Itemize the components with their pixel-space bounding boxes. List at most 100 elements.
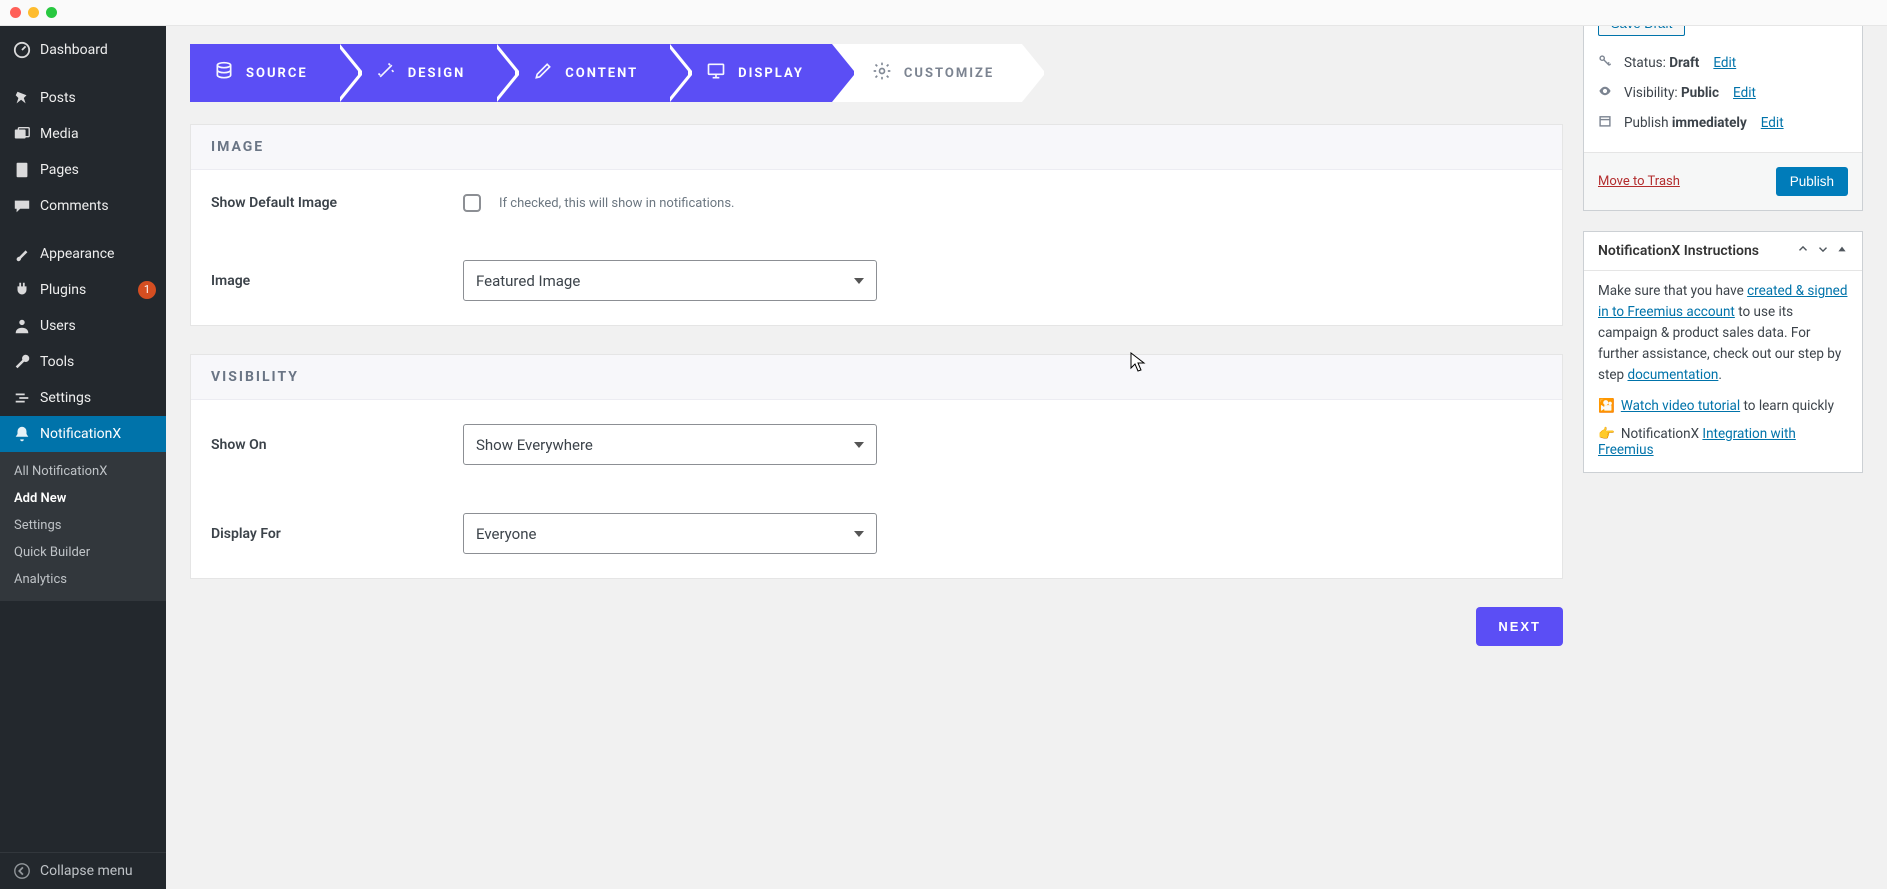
notificationx-submenu: All NotificationX Add New Settings Quick… — [0, 452, 166, 601]
collapse-menu-button[interactable]: Collapse menu — [0, 853, 166, 889]
sidebar-label: Media — [40, 126, 156, 142]
sidebar-label: Collapse menu — [40, 863, 156, 879]
edit-visibility-link[interactable]: Edit — [1733, 85, 1756, 101]
sidebar-label: Dashboard — [40, 42, 156, 58]
step-source[interactable]: SOURCE — [190, 44, 336, 102]
sidebar-label: Tools — [40, 354, 156, 370]
plugins-update-badge: 1 — [138, 281, 156, 299]
save-draft-button[interactable]: Save Draft — [1598, 26, 1685, 36]
point-right-icon: 👉 — [1598, 426, 1615, 442]
step-label: CONTENT — [565, 66, 638, 81]
label-image: Image — [211, 273, 463, 289]
select-display-for[interactable]: Everyone — [463, 513, 877, 554]
sidebar-item-tools[interactable]: Tools — [0, 344, 166, 380]
publish-button[interactable]: Publish — [1776, 167, 1848, 196]
gear-icon — [872, 61, 892, 85]
key-icon — [1598, 54, 1614, 72]
step-label: DESIGN — [408, 66, 466, 81]
sidebar-item-users[interactable]: Users — [0, 308, 166, 344]
metabox-title: NotificationX Instructions — [1598, 243, 1790, 259]
bell-icon — [12, 424, 32, 444]
publish-label: Publish immediately — [1624, 115, 1747, 131]
sidebar-label: Plugins — [40, 282, 132, 298]
status-label: Status: Draft — [1624, 55, 1699, 71]
panel-visibility: VISIBILITY Show On Show Everywhere Displ… — [190, 354, 1563, 579]
user-icon — [12, 316, 32, 336]
submenu-item-analytics[interactable]: Analytics — [0, 566, 166, 593]
visibility-label: Visibility: Public — [1624, 85, 1719, 101]
submenu-item-settings[interactable]: Settings — [0, 512, 166, 539]
select-value: Show Everywhere — [476, 436, 593, 454]
sidebar-label: Posts — [40, 90, 156, 106]
panel-image: IMAGE Show Default Image If checked, thi… — [190, 124, 1563, 326]
label-show-on: Show On — [211, 437, 463, 453]
eye-icon — [1598, 84, 1614, 102]
watch-tutorial-row: 🎦Watch video tutorial to learn quickly — [1598, 398, 1848, 414]
step-customize[interactable]: CUSTOMIZE — [832, 44, 1022, 102]
collapse-icon — [12, 861, 32, 881]
submenu-item-quick-builder[interactable]: Quick Builder — [0, 539, 166, 566]
select-show-on[interactable]: Show Everywhere — [463, 424, 877, 465]
sidebar-item-settings[interactable]: Settings — [0, 380, 166, 416]
monitor-icon — [706, 61, 726, 85]
submenu-item-add-new[interactable]: Add New — [0, 485, 166, 512]
instructions-metabox: NotificationX Instructions Make sure tha… — [1583, 231, 1863, 473]
integration-row: 👉NotificationX Integration with Freemius — [1598, 426, 1848, 458]
media-icon — [12, 124, 32, 144]
sliders-icon — [12, 388, 32, 408]
move-to-trash-link[interactable]: Move to Trash — [1598, 174, 1680, 189]
close-window-dot[interactable] — [10, 7, 21, 18]
chevron-down-icon[interactable] — [1816, 242, 1830, 260]
step-label: DISPLAY — [738, 66, 804, 81]
sidebar-item-dashboard[interactable]: Dashboard — [0, 32, 166, 68]
sidebar-label: Settings — [40, 390, 156, 406]
sidebar-label: NotificationX — [40, 426, 156, 442]
label-show-default-image: Show Default Image — [211, 195, 463, 211]
label-display-for: Display For — [211, 526, 463, 542]
sidebar-item-posts[interactable]: Posts — [0, 80, 166, 116]
window-titlebar — [0, 0, 1887, 26]
sidebar-item-comments[interactable]: Comments — [0, 188, 166, 224]
select-value: Everyone — [476, 525, 536, 543]
next-button[interactable]: NEXT — [1476, 607, 1563, 646]
magic-icon — [376, 61, 396, 85]
sidebar-item-pages[interactable]: Pages — [0, 152, 166, 188]
maximize-window-dot[interactable] — [46, 7, 57, 18]
sidebar-item-notificationx[interactable]: NotificationX — [0, 416, 166, 452]
page-icon — [12, 160, 32, 180]
hint-show-default-image: If checked, this will show in notificati… — [499, 196, 734, 211]
sidebar-item-appearance[interactable]: Appearance — [0, 236, 166, 272]
panel-title: VISIBILITY — [191, 355, 1562, 400]
video-icon: 🎦 — [1598, 398, 1615, 414]
plug-icon — [12, 280, 32, 300]
pin-icon — [12, 88, 32, 108]
edit-status-link[interactable]: Edit — [1713, 55, 1736, 71]
select-value: Featured Image — [476, 272, 580, 290]
publish-metabox: Save Draft Status: Draft Edit Visibility… — [1583, 26, 1863, 211]
sidebar-label: Appearance — [40, 246, 156, 262]
wizard-steps: SOURCE DESIGN CONTENT DISPLAY CUSTOMIZE — [190, 44, 1563, 102]
edit-publish-link[interactable]: Edit — [1761, 115, 1784, 131]
sidebar-item-media[interactable]: Media — [0, 116, 166, 152]
step-label: CUSTOMIZE — [904, 66, 994, 81]
checkbox-show-default-image[interactable] — [463, 194, 481, 212]
brush-icon — [12, 244, 32, 264]
dashboard-icon — [12, 40, 32, 60]
caret-up-icon[interactable] — [1836, 243, 1848, 259]
submenu-item-all[interactable]: All NotificationX — [0, 458, 166, 485]
documentation-link[interactable]: documentation — [1627, 367, 1718, 383]
comment-icon — [12, 196, 32, 216]
wrench-icon — [12, 352, 32, 372]
chevron-up-icon[interactable] — [1796, 242, 1810, 260]
pencil-icon — [533, 61, 553, 85]
admin-sidebar: Dashboard Posts Media Pages Comments — [0, 26, 166, 889]
minimize-window-dot[interactable] — [28, 7, 39, 18]
panel-title: IMAGE — [191, 125, 1562, 170]
sidebar-label: Pages — [40, 162, 156, 178]
instructions-text: Make sure that you have created & signed… — [1598, 281, 1848, 386]
step-label: SOURCE — [246, 66, 308, 81]
watch-tutorial-link[interactable]: Watch video tutorial — [1621, 398, 1740, 414]
select-image[interactable]: Featured Image — [463, 260, 877, 301]
sidebar-item-plugins[interactable]: Plugins 1 — [0, 272, 166, 308]
sidebar-label: Comments — [40, 198, 156, 214]
